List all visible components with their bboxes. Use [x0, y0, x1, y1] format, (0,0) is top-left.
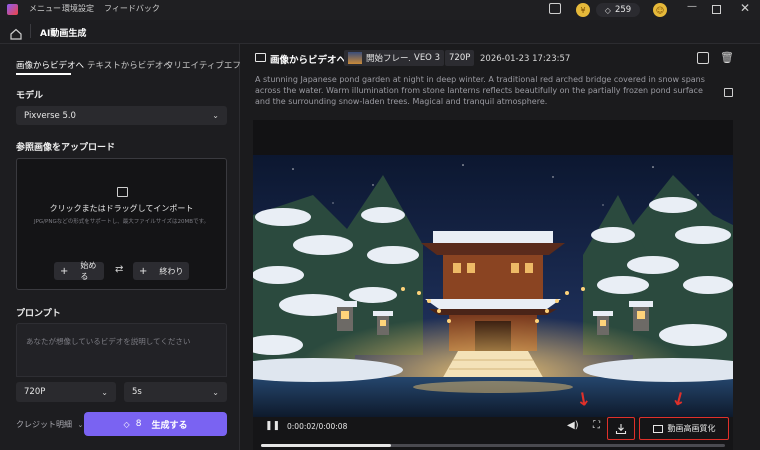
menu-item-settings[interactable]: 環境設定	[62, 3, 94, 14]
start-frame-label: 始める	[80, 261, 97, 281]
prompt-placeholder: あなたが想像しているビデオを説明してください	[26, 337, 191, 346]
model-value: Pixverse 5.0	[24, 110, 76, 121]
chevron-down-icon: ⌄	[77, 421, 84, 429]
maximize-icon[interactable]	[712, 5, 721, 14]
minimize-icon[interactable]: —	[687, 1, 697, 12]
app-header: AI動画生成	[0, 20, 760, 44]
image-icon	[255, 53, 266, 62]
model-select[interactable]: Pixverse 5.0 ⌄	[16, 106, 227, 125]
plus-icon: +	[60, 265, 69, 277]
page-title: AI動画生成	[40, 29, 87, 39]
video-controls: ❚❚ 0:00:02/0:00:08 ◀) ⛶ 動画高画質化	[253, 417, 733, 450]
gem-icon: ◇	[123, 419, 130, 429]
gem-icon: ◇	[604, 5, 611, 15]
image-icon	[117, 187, 128, 197]
tab-image-to-video[interactable]: 画像からビデオへ	[16, 59, 84, 71]
scene-illustration	[253, 155, 733, 417]
menu-item-menu[interactable]: メニュー	[29, 3, 61, 14]
chevron-down-icon: ⌄	[101, 387, 108, 397]
edit-icon[interactable]	[697, 52, 709, 64]
upload-label: 参照画像をアップロード	[16, 143, 116, 153]
swap-icon[interactable]: ⇄	[115, 264, 123, 275]
end-frame-label: 終わり	[159, 266, 184, 276]
end-frame-button[interactable]: + 終わり	[133, 262, 189, 280]
close-icon[interactable]: ✕	[740, 1, 750, 15]
start-frame-thumbnail	[348, 52, 362, 64]
copy-icon[interactable]	[724, 88, 733, 97]
enhance-video-label: 動画高画質化	[667, 424, 716, 433]
menu-item-feedback[interactable]: フィードバック	[104, 3, 160, 14]
time-display: 0:00:02/0:00:08	[287, 422, 348, 431]
coin-icon[interactable]: ¥	[576, 3, 590, 17]
plus-icon: +	[139, 265, 148, 277]
title-bar: メニュー 環境設定 フィードバック ¥ ◇ 259 ☺ — ✕	[0, 0, 760, 20]
credit-detail-link[interactable]: クレジット明細 ⌄	[16, 419, 83, 430]
download-button[interactable]	[607, 417, 635, 440]
home-icon[interactable]	[10, 25, 22, 40]
enhance-icon	[652, 424, 663, 433]
credit-detail-label: クレジット明細	[16, 420, 72, 429]
resolution-tag: 720P	[445, 50, 475, 66]
generate-cost: 8	[135, 419, 142, 429]
header-divider	[30, 24, 31, 38]
upload-instruction: クリックまたはドラッグしてインポート	[49, 204, 194, 213]
prompt-input[interactable]: あなたが想像しているビデオを説明してください	[16, 323, 227, 377]
prompt-description: A stunning Japanese pond garden at night…	[255, 75, 705, 106]
user-plus-icon[interactable]: ☺	[653, 3, 667, 17]
prompt-label: プロンプト	[16, 309, 61, 319]
tab-creative-effects[interactable]: クリエイティブエフェクト	[165, 59, 240, 71]
result-title: 画像からビデオへ	[270, 55, 347, 66]
start-frame-button[interactable]: + 始める	[54, 261, 104, 281]
chevron-down-icon: ⌄	[212, 387, 219, 397]
pause-icon[interactable]: ❚❚	[265, 421, 280, 431]
upload-dropzone[interactable]: クリックまたはドラッグしてインポート JPG/PNGなどの形式をサポートし、最大…	[16, 158, 227, 290]
fullscreen-icon[interactable]: ⛶	[593, 420, 600, 431]
video-frame[interactable]	[253, 155, 733, 417]
model-label: モデル	[16, 91, 44, 101]
tab-text-to-video[interactable]: テキストからビデオへ	[87, 59, 172, 71]
upload-hint: JPG/PNGなどの形式をサポートし、最大ファイルサイズは20MBです。	[33, 219, 210, 225]
resolution-select[interactable]: 720P ⌄	[16, 382, 116, 402]
credits-pill[interactable]: ◇ 259	[596, 3, 640, 17]
trash-icon[interactable]: 🗑	[720, 51, 734, 64]
generate-button[interactable]: ◇ 8 生成する	[84, 412, 227, 436]
timestamp: 2026-01-23 17:23:57	[480, 54, 571, 64]
chevron-down-icon: ⌄	[212, 111, 219, 120]
resolution-value: 720P	[24, 387, 46, 397]
progress-fill	[261, 444, 391, 447]
model-tag: VEO 3	[410, 50, 444, 66]
tab-active-underline	[16, 73, 71, 75]
chat-icon[interactable]	[549, 3, 561, 14]
app-logo-icon	[7, 4, 18, 15]
duration-select[interactable]: 5s ⌄	[124, 382, 227, 402]
progress-track[interactable]	[261, 444, 725, 447]
generate-label: 生成する	[151, 420, 188, 431]
download-icon	[615, 423, 627, 434]
enhance-video-button[interactable]: 動画高画質化	[639, 417, 729, 440]
duration-value: 5s	[132, 387, 142, 397]
volume-icon[interactable]: ◀)	[567, 420, 579, 431]
credits-count: 259	[614, 5, 632, 15]
